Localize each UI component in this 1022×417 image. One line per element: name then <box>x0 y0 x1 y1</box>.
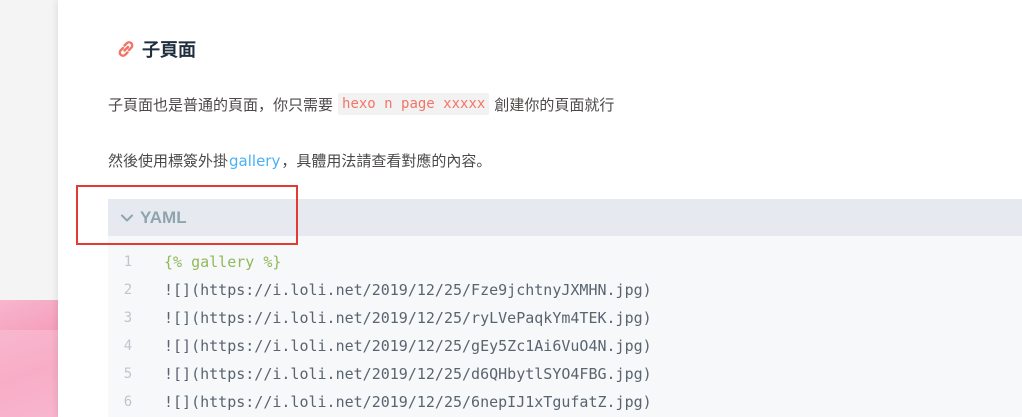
gallery-link[interactable]: gallery <box>229 152 280 170</box>
line-number: 6 <box>123 394 133 410</box>
code-line: 2 ![](https://i.loli.net/2019/12/25/Fze9… <box>108 276 1022 304</box>
paragraph-gallery: 然後使用標簽外掛 gallery ，具體用法請查看對應的內容。 <box>108 150 491 171</box>
code-line-text: ![](https://i.loli.net/2019/12/25/ryLVeP… <box>164 309 652 327</box>
line-number: 3 <box>123 310 133 326</box>
line-number: 2 <box>123 282 133 298</box>
section-heading: 子頁面 <box>114 36 196 62</box>
inline-code: hexo n page xxxxx <box>338 93 490 115</box>
line-number: 4 <box>123 338 133 354</box>
code-line: 1 {% gallery %} <box>108 248 1022 276</box>
link-icon[interactable] <box>114 37 138 61</box>
code-line-text: ![](https://i.loli.net/2019/12/25/gEy5Zc… <box>164 337 652 355</box>
line-number: 1 <box>123 254 133 270</box>
section-heading-text: 子頁面 <box>142 40 196 61</box>
paragraph-subpage: 子頁面也是普通的頁面，你只需要 hexo n page xxxxx 創建你的頁面… <box>108 93 614 115</box>
background-decoration-overlay <box>0 330 60 417</box>
tag-open: {% <box>164 253 183 271</box>
code-line: 4 ![](https://i.loli.net/2019/12/25/gEy5… <box>108 332 1022 360</box>
code-line: 6 ![](https://i.loli.net/2019/12/25/6nep… <box>108 388 1022 416</box>
paragraph-text: ，具體用法請查看對應的內容。 <box>281 152 492 170</box>
line-number: 5 <box>123 366 133 382</box>
highlight-box <box>76 185 298 245</box>
code-lines: 1 {% gallery %} 2 ![](https://i.loli.net… <box>108 236 1022 416</box>
paragraph-text: 然後使用標簽外掛 <box>108 152 229 170</box>
code-line-text: ![](https://i.loli.net/2019/12/25/d6QHby… <box>164 365 652 383</box>
code-line: 3 ![](https://i.loli.net/2019/12/25/ryLV… <box>108 304 1022 332</box>
paragraph-text: 創建你的頁面就行 <box>494 95 615 114</box>
code-line-text: ![](https://i.loli.net/2019/12/25/Fze9jc… <box>164 281 652 299</box>
code-line: 5 ![](https://i.loli.net/2019/12/25/d6QH… <box>108 360 1022 388</box>
tag-name: gallery <box>182 253 264 271</box>
paragraph-text: 子頁面也是普通的頁面，你只需要 <box>108 95 334 114</box>
code-line-text: {% gallery %} <box>164 253 281 271</box>
tag-close: %} <box>263 253 282 271</box>
code-line-text: ![](https://i.loli.net/2019/12/25/6nepIJ… <box>164 393 652 411</box>
